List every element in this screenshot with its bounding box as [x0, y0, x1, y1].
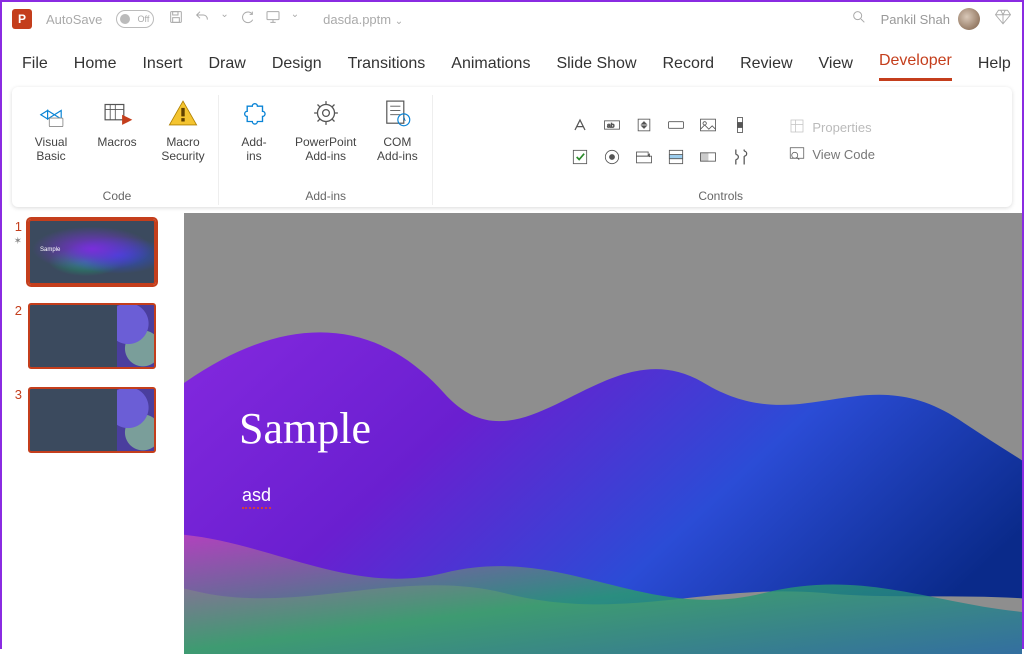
addins-icon: [236, 95, 272, 131]
thumbnail-2[interactable]: 2: [6, 303, 176, 369]
macro-security-label: Macro Security: [161, 135, 204, 164]
user-account[interactable]: Pankil Shah: [881, 8, 980, 30]
controls-grid: ab: [566, 111, 754, 171]
view-code-button[interactable]: View Code: [788, 144, 875, 165]
workspace: 1 ✶ Sample 2 3: [2, 213, 1022, 654]
user-name-label: Pankil Shah: [881, 12, 950, 27]
tab-insert[interactable]: Insert: [142, 55, 182, 81]
scrollbar-control-icon[interactable]: [726, 111, 754, 139]
addins-group-label: Add-ins: [305, 187, 346, 205]
thumb-2-preview: [28, 303, 156, 369]
powerpoint-addins-button[interactable]: PowerPoint Add-ins: [295, 95, 356, 164]
undo-dropdown-icon[interactable]: ⌄: [220, 9, 228, 30]
thumb-3-number: 3: [6, 387, 22, 453]
tab-transitions[interactable]: Transitions: [348, 55, 426, 81]
tab-slide-show[interactable]: Slide Show: [556, 55, 636, 81]
diamond-icon[interactable]: [994, 8, 1012, 31]
com-addins-label: COM Add-ins: [377, 135, 418, 164]
visual-basic-icon: [33, 95, 69, 131]
addins-button[interactable]: Add- ins: [229, 95, 279, 164]
thumbnail-1[interactable]: 1 ✶ Sample: [6, 219, 176, 285]
user-avatar-icon: [958, 8, 980, 30]
filename-label[interactable]: dasda.pptm ⌄: [323, 12, 403, 27]
slideshow-icon[interactable]: [265, 9, 281, 30]
thumbnail-3[interactable]: 3: [6, 387, 176, 453]
search-icon[interactable]: [851, 9, 867, 30]
animation-star-icon: ✶: [14, 236, 22, 247]
slide-thumbnails-panel: 1 ✶ Sample 2 3: [2, 213, 184, 654]
tab-animations[interactable]: Animations: [451, 55, 530, 81]
com-addins-icon: [379, 95, 415, 131]
redo-icon[interactable]: [239, 9, 255, 30]
addins-label: Add- ins: [241, 135, 266, 164]
combobox-control-icon[interactable]: [630, 143, 658, 171]
macros-label: Macros: [97, 135, 136, 149]
code-group-label: Code: [103, 187, 132, 205]
title-bar: P AutoSave Off ⌄ ⌄ dasda.pptm ⌄ Pankil S…: [2, 2, 1022, 36]
properties-icon: [788, 117, 806, 138]
slide-title-text[interactable]: Sample: [239, 403, 371, 454]
togglebutton-control-icon[interactable]: [694, 143, 722, 171]
tab-design[interactable]: Design: [272, 55, 322, 81]
spinbutton-control-icon[interactable]: [630, 111, 658, 139]
listbox-control-icon[interactable]: [662, 143, 690, 171]
textbox-control-icon[interactable]: ab: [598, 111, 626, 139]
ribbon-group-addins: Add- ins PowerPoint Add-ins COM Add-ins …: [219, 95, 433, 205]
thumb-3-preview: [28, 387, 156, 453]
macro-security-icon: [165, 95, 201, 131]
tab-help[interactable]: Help: [978, 55, 1011, 81]
tab-view[interactable]: View: [819, 55, 853, 81]
tab-file[interactable]: File: [22, 55, 48, 81]
powerpoint-app-icon: P: [12, 9, 32, 29]
powerpoint-addins-label: PowerPoint Add-ins: [295, 135, 356, 164]
autosave-toggle[interactable]: Off: [116, 10, 154, 28]
ribbon-group-code: Visual Basic Macros Macro Security Code: [16, 95, 219, 205]
powerpoint-addins-icon: [308, 95, 344, 131]
tab-developer[interactable]: Developer: [879, 52, 952, 81]
commandbutton-control-icon[interactable]: [662, 111, 690, 139]
morecontrols-icon[interactable]: [726, 143, 754, 171]
properties-button[interactable]: Properties: [788, 117, 875, 138]
slide-wave-graphic: [184, 263, 1022, 654]
tab-review[interactable]: Review: [740, 55, 792, 81]
ribbon-group-controls: ab Properties View Code: [433, 95, 1008, 205]
tab-record[interactable]: Record: [663, 55, 715, 81]
slide-canvas[interactable]: Sample asd: [184, 213, 1022, 654]
qat-dropdown-icon[interactable]: ⌄: [291, 9, 299, 30]
com-addins-button[interactable]: COM Add-ins: [372, 95, 422, 164]
thumb-1-number: 1: [6, 219, 22, 234]
visual-basic-button[interactable]: Visual Basic: [26, 95, 76, 164]
save-icon[interactable]: [168, 9, 184, 30]
ribbon-tabs: File Home Insert Draw Design Transitions…: [2, 36, 1022, 81]
label-control-icon[interactable]: [566, 111, 594, 139]
svg-text:ab: ab: [607, 123, 615, 130]
ribbon: Visual Basic Macros Macro Security Code …: [12, 87, 1012, 207]
image-control-icon[interactable]: [694, 111, 722, 139]
autosave-label: AutoSave: [46, 12, 102, 27]
undo-icon[interactable]: [194, 9, 210, 30]
optionbutton-control-icon[interactable]: [598, 143, 626, 171]
visual-basic-label: Visual Basic: [35, 135, 67, 164]
properties-label: Properties: [812, 120, 871, 135]
view-code-icon: [788, 144, 806, 165]
thumb-2-number: 2: [6, 303, 22, 369]
macros-button[interactable]: Macros: [92, 95, 142, 149]
macro-security-button[interactable]: Macro Security: [158, 95, 208, 164]
slide-subtitle-text[interactable]: asd: [242, 485, 271, 506]
tab-draw[interactable]: Draw: [208, 55, 245, 81]
thumb-1-preview: Sample: [28, 219, 156, 285]
tab-home[interactable]: Home: [74, 55, 117, 81]
checkbox-control-icon[interactable]: [566, 143, 594, 171]
macros-icon: [99, 95, 135, 131]
controls-group-label: Controls: [698, 187, 743, 205]
view-code-label: View Code: [812, 147, 875, 162]
